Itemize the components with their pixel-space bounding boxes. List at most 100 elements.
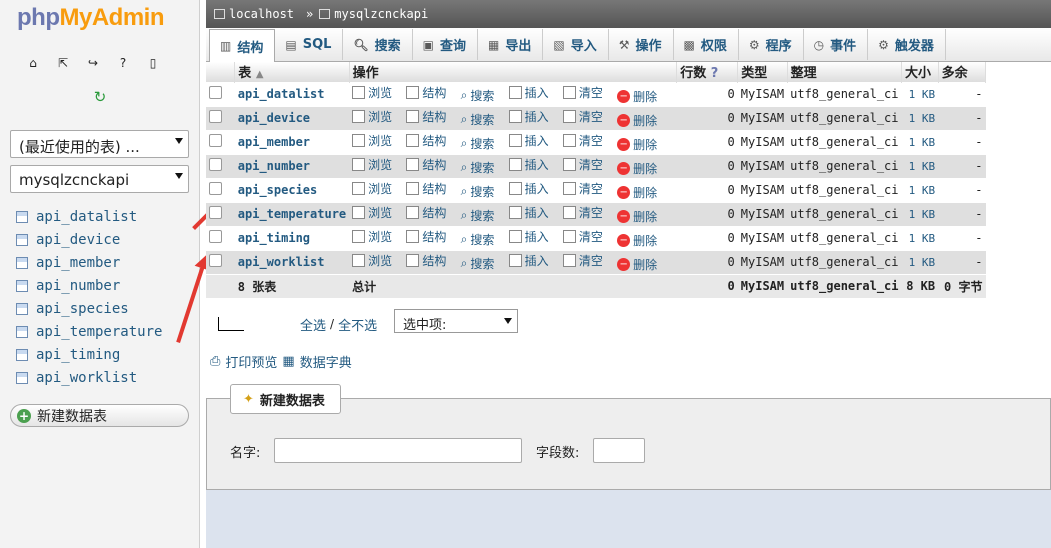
drop-link[interactable]: − 删除 [617, 208, 657, 225]
table-link[interactable]: api_species [36, 301, 129, 317]
exit-icon[interactable]: ⇱ [54, 54, 72, 72]
docs-icon[interactable]: ▯ [144, 54, 162, 72]
row-checkbox-cell[interactable] [206, 153, 235, 178]
query-window-icon[interactable]: ↪ [84, 54, 102, 72]
header-collation[interactable]: 整理 [787, 62, 903, 82]
row-checkbox-cell[interactable] [206, 249, 235, 274]
search-link[interactable]: ⌕ 搜索 [461, 231, 495, 248]
tab-events[interactable]: ◷ 事件 [804, 29, 869, 60]
home-icon[interactable]: ⌂ [24, 54, 42, 72]
empty-link[interactable]: 清空 [562, 180, 603, 197]
empty-link[interactable]: 清空 [562, 108, 603, 125]
tab-operations[interactable]: ⚒ 操作 [609, 29, 674, 60]
row-checkbox[interactable] [209, 254, 222, 267]
insert-link[interactable]: 插入 [508, 132, 549, 149]
table-icon[interactable] [16, 348, 28, 361]
table-icon[interactable] [16, 210, 28, 223]
search-link[interactable]: ⌕ 搜索 [461, 207, 495, 224]
browse-link[interactable]: 浏览 [352, 204, 392, 221]
table-name[interactable]: api_datalist [234, 81, 350, 106]
drop-link[interactable]: − 删除 [617, 184, 657, 201]
deselect-all-link[interactable]: 全不选 [338, 315, 377, 334]
breadcrumb-server[interactable]: localhost [229, 7, 294, 21]
header-rows[interactable]: 行数 ? [676, 62, 739, 82]
table-link[interactable]: api_member [36, 255, 120, 271]
empty-link[interactable]: 清空 [562, 228, 603, 245]
row-checkbox[interactable] [209, 158, 222, 171]
structure-link[interactable]: 结构 [406, 252, 446, 269]
size-link[interactable]: 1 KB [901, 153, 939, 178]
row-checkbox-cell[interactable] [206, 201, 235, 226]
tab-search[interactable]: 🔍︎ 搜索 [343, 29, 413, 60]
tab-triggers[interactable]: ⚙ 触发器 [868, 29, 946, 60]
header-type[interactable]: 类型 [737, 62, 788, 82]
structure-link[interactable]: 结构 [406, 84, 446, 101]
table-link[interactable]: api_datalist [36, 209, 137, 225]
browse-link[interactable]: 浏览 [352, 132, 392, 149]
browse-link[interactable]: 浏览 [352, 84, 392, 101]
search-link[interactable]: ⌕ 搜索 [461, 87, 495, 104]
database-select[interactable]: mysqlzcnckapi [10, 165, 189, 193]
size-link[interactable]: 1 KB [901, 249, 939, 274]
insert-link[interactable]: 插入 [508, 108, 549, 125]
row-checkbox[interactable] [209, 134, 222, 147]
tab-structure[interactable]: ▥ 结构 [209, 28, 276, 63]
header-overhead[interactable]: 多余 [938, 62, 987, 82]
table-link[interactable]: api_temperature [36, 324, 162, 340]
tab-privileges[interactable]: ▩ 权限 [674, 29, 739, 60]
columns-count-input[interactable] [593, 438, 645, 463]
drop-link[interactable]: − 删除 [617, 88, 657, 105]
drop-link[interactable]: − 删除 [617, 136, 657, 153]
header-table[interactable]: 表 ▲ [234, 62, 350, 82]
table-name-input[interactable] [274, 438, 522, 463]
row-checkbox-cell[interactable] [206, 105, 235, 130]
browse-link[interactable]: 浏览 [352, 108, 392, 125]
table-link[interactable]: api_worklist [36, 370, 137, 386]
table-icon[interactable] [16, 325, 28, 338]
tab-query[interactable]: ▣ 查询 [413, 29, 479, 60]
row-checkbox[interactable] [209, 230, 222, 243]
drop-link[interactable]: − 删除 [617, 160, 657, 177]
table-list-item[interactable]: api_member [16, 251, 162, 274]
structure-link[interactable]: 结构 [406, 180, 446, 197]
browse-link[interactable]: 浏览 [352, 180, 392, 197]
size-link[interactable]: 1 KB [901, 129, 939, 154]
empty-link[interactable]: 清空 [562, 252, 603, 269]
row-checkbox-cell[interactable] [206, 129, 235, 154]
help-icon[interactable]: ? [114, 54, 132, 72]
table-icon[interactable] [16, 256, 28, 269]
table-link[interactable]: api_timing [36, 347, 120, 363]
phpmyadmin-logo[interactable]: phpMyAdmin [17, 4, 165, 32]
search-link[interactable]: ⌕ 搜索 [461, 183, 495, 200]
recent-tables-select[interactable]: (最近使用的表) ... [10, 130, 189, 158]
help-icon[interactable]: ? [711, 66, 719, 81]
tab-export[interactable]: ▦ 导出 [478, 29, 544, 60]
row-checkbox-cell[interactable] [206, 81, 235, 106]
structure-link[interactable]: 结构 [406, 132, 446, 149]
table-icon[interactable] [16, 233, 28, 246]
search-link[interactable]: ⌕ 搜索 [461, 111, 495, 128]
data-dictionary-link[interactable]: 数据字典 [300, 352, 352, 371]
empty-link[interactable]: 清空 [562, 204, 603, 221]
insert-link[interactable]: 插入 [508, 156, 549, 173]
tab-sql[interactable]: ▤ SQL [275, 29, 344, 60]
browse-link[interactable]: 浏览 [352, 228, 392, 245]
browse-link[interactable]: 浏览 [352, 156, 392, 173]
size-link[interactable]: 1 KB [901, 201, 939, 226]
insert-link[interactable]: 插入 [508, 228, 549, 245]
table-name[interactable]: api_worklist [234, 249, 350, 274]
size-link[interactable]: 1 KB [901, 105, 939, 130]
insert-link[interactable]: 插入 [508, 252, 549, 269]
table-name[interactable]: api_timing [234, 225, 350, 250]
insert-link[interactable]: 插入 [508, 84, 549, 101]
breadcrumb-database[interactable]: mysqlzcnckapi [334, 7, 428, 21]
reload-icon[interactable]: ↻ [91, 88, 109, 106]
search-link[interactable]: ⌕ 搜索 [461, 135, 495, 152]
table-list-item[interactable]: api_datalist [16, 205, 162, 228]
table-icon[interactable] [16, 302, 28, 315]
header-size[interactable]: 大小 [901, 62, 939, 82]
table-list-item[interactable]: api_device [16, 228, 162, 251]
size-link[interactable]: 1 KB [901, 81, 939, 106]
table-list-item[interactable]: api_temperature [16, 320, 162, 343]
empty-link[interactable]: 清空 [562, 132, 603, 149]
